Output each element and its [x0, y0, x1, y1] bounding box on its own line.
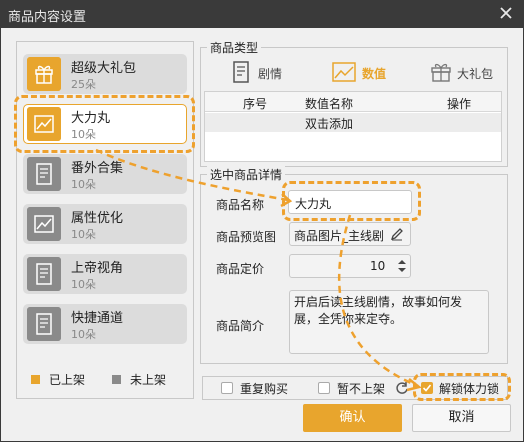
column-header-action: 操作 [447, 97, 472, 111]
item-name: 属性优化 [71, 211, 124, 226]
item-name: 番外合集 [71, 161, 124, 176]
tab-label: 大礼包 [457, 67, 494, 81]
item-count: 10朵 [71, 178, 96, 191]
price-stepper[interactable]: 10 [289, 254, 411, 278]
chart-line-icon [27, 107, 61, 141]
item-name: 快捷通道 [71, 311, 124, 326]
window-title: 商品内容设置 [8, 10, 87, 25]
intro-label: 商品简介 [216, 319, 265, 333]
tab-label: 数值 [362, 67, 387, 81]
name-input[interactable]: 大力丸 [288, 190, 412, 214]
list-item-god-view[interactable]: 上帝视角 10朵 [23, 254, 187, 294]
preview-value: 商品图片_主线剧 [294, 229, 385, 243]
product-type-title: 商品类型 [207, 39, 262, 56]
repeat-buy-checkbox[interactable] [221, 382, 233, 394]
document-icon [27, 307, 61, 341]
document-icon [27, 257, 61, 291]
item-name: 上帝视角 [71, 261, 124, 276]
document-icon [233, 61, 249, 83]
tab-values[interactable]: 数值 [332, 55, 392, 90]
confirm-button[interactable]: 确认 [303, 404, 402, 432]
chart-line-icon [332, 62, 356, 82]
intro-textarea[interactable]: 开启后读主线剧情，故事如何发展，全凭你来定夺。 [289, 290, 489, 354]
edit-pencil-icon[interactable] [390, 227, 404, 241]
stepper-arrows-icon[interactable] [396, 258, 408, 274]
details-title: 选中商品详情 [207, 166, 286, 183]
add-hint: 双击添加 [305, 117, 354, 131]
not-listed-checkbox[interactable] [318, 382, 330, 394]
list-item-extras[interactable]: 番外合集 10朵 [23, 154, 187, 194]
check-icon [422, 384, 432, 392]
unlock-stamina-label: 解锁体力锁 [439, 382, 500, 396]
intro-value: 开启后读主线剧情，故事如何发展，全凭你来定夺。 [294, 295, 463, 326]
gift-icon [27, 57, 61, 91]
preview-field[interactable]: 商品图片_主线剧 [289, 222, 411, 246]
list-item-shortcut[interactable]: 快捷通道 10朵 [23, 304, 187, 344]
cancel-button[interactable]: 取消 [412, 404, 511, 432]
legend-on-label: 已上架 [49, 373, 86, 387]
chart-line-icon [27, 207, 61, 241]
values-table[interactable]: 序号 数值名称 操作 双击添加 [204, 91, 502, 162]
tab-story[interactable]: 剧情 [232, 55, 292, 90]
document-icon [27, 157, 61, 191]
refresh-icon[interactable] [395, 381, 409, 395]
item-count: 10朵 [71, 228, 96, 241]
table-header: 序号 数值名称 操作 [205, 92, 501, 112]
column-header-index: 序号 [243, 97, 268, 111]
table-row[interactable]: 双击添加 [205, 113, 501, 132]
price-label: 商品定价 [216, 262, 265, 276]
list-item-attr-opt[interactable]: 属性优化 10朵 [23, 204, 187, 244]
tab-gift-pack[interactable]: 大礼包 [430, 55, 496, 90]
legend-on-swatch [31, 375, 40, 384]
item-count: 10朵 [71, 128, 96, 141]
legend-off-swatch [112, 375, 121, 384]
legend-off-label: 未上架 [130, 373, 167, 387]
name-value: 大力丸 [295, 197, 332, 211]
not-listed-label: 暂不上架 [337, 382, 386, 396]
preview-label: 商品预览图 [216, 230, 277, 244]
repeat-buy-label: 重复购买 [240, 382, 289, 396]
name-label: 商品名称 [216, 198, 265, 212]
type-tabs: 剧情 数值 大礼包 [204, 55, 506, 90]
gift-icon [431, 63, 451, 82]
list-item-super-gift[interactable]: 超级大礼包 25朵 [23, 54, 187, 94]
title-bar: 商品内容设置 [0, 0, 524, 28]
price-value: 10 [370, 259, 386, 273]
item-count: 10朵 [71, 278, 96, 291]
list-item-dalimaru[interactable]: 大力丸 10朵 [23, 104, 187, 144]
tab-label: 剧情 [258, 67, 283, 81]
unlock-stamina-checkbox[interactable] [421, 382, 433, 394]
column-header-value-name: 数值名称 [305, 97, 354, 111]
product-list: 超级大礼包 25朵 大力丸 10朵 番外合集 10朵 属性优化 10朵 上帝视角… [16, 41, 194, 399]
close-icon[interactable] [497, 4, 515, 22]
item-name: 超级大礼包 [71, 61, 137, 76]
item-name: 大力丸 [71, 111, 111, 126]
item-count: 10朵 [71, 328, 96, 341]
item-count: 25朵 [71, 78, 96, 91]
